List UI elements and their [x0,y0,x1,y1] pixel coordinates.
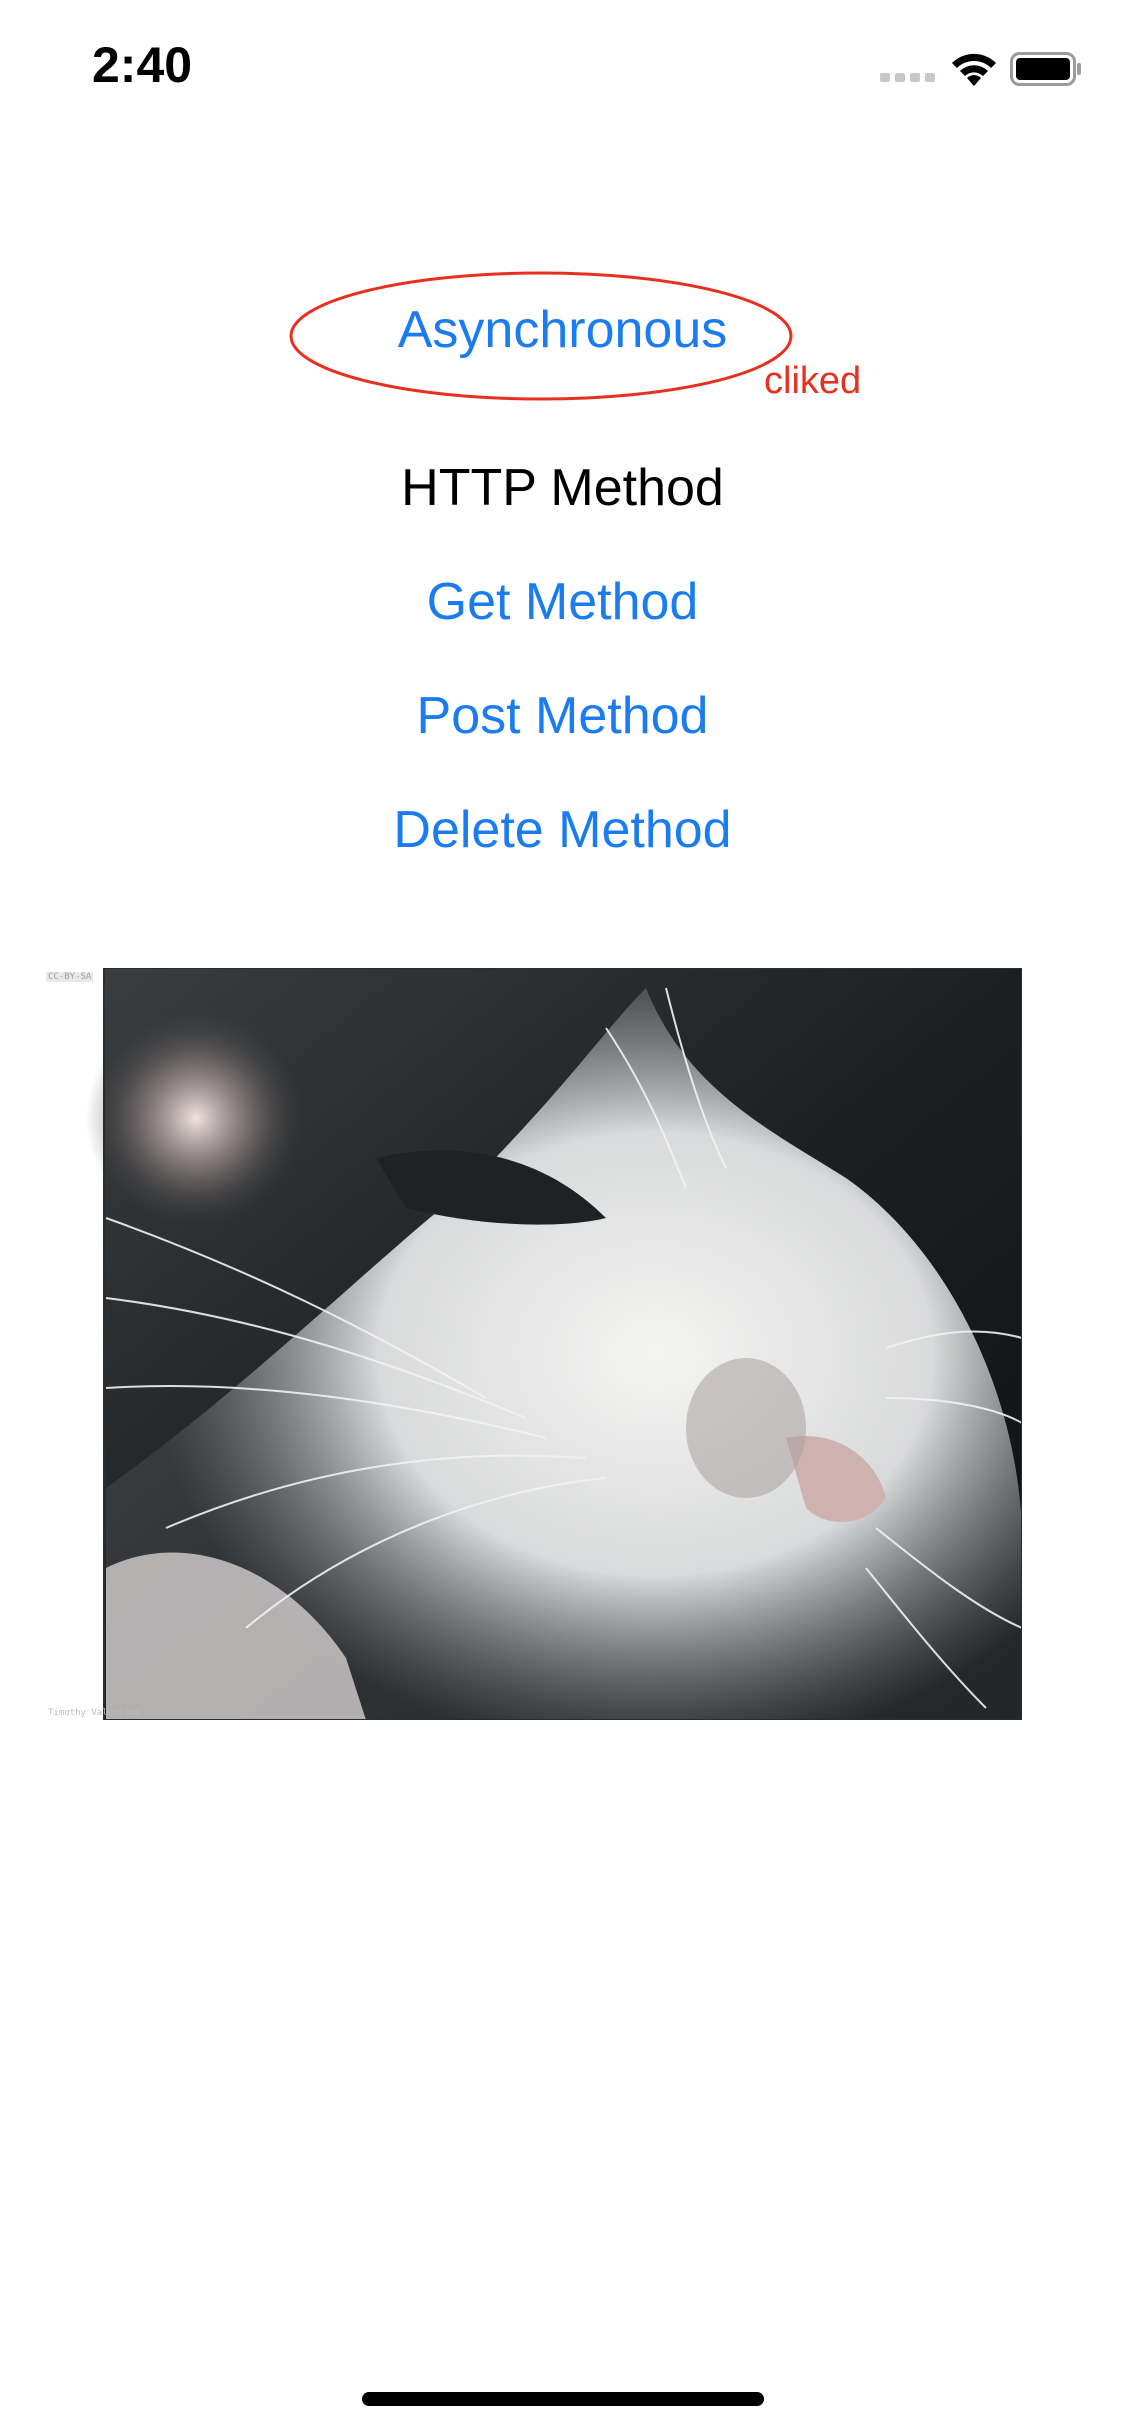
delete-method-button[interactable]: Delete Method [0,800,1125,860]
http-method-heading: HTTP Method [401,459,724,517]
home-indicator[interactable] [362,2392,764,2406]
battery-icon [1010,52,1081,86]
photo-credit-top: CC-BY-SA [46,972,94,982]
click-annotation-label: cliked [764,360,862,402]
photo-credit-bottom: Timothy Valentine [48,1708,141,1718]
status-time: 2:40 [92,37,193,93]
wifi-icon [952,53,996,86]
status-bar: 2:40 [0,0,1125,132]
asynchronous-button[interactable]: Asynchronous [0,300,1125,360]
post-method-button[interactable]: Post Method [0,686,1125,746]
cat-photo [46,968,1022,1720]
get-method-button[interactable]: Get Method [0,572,1125,632]
cellular-signal-icon [880,73,935,82]
